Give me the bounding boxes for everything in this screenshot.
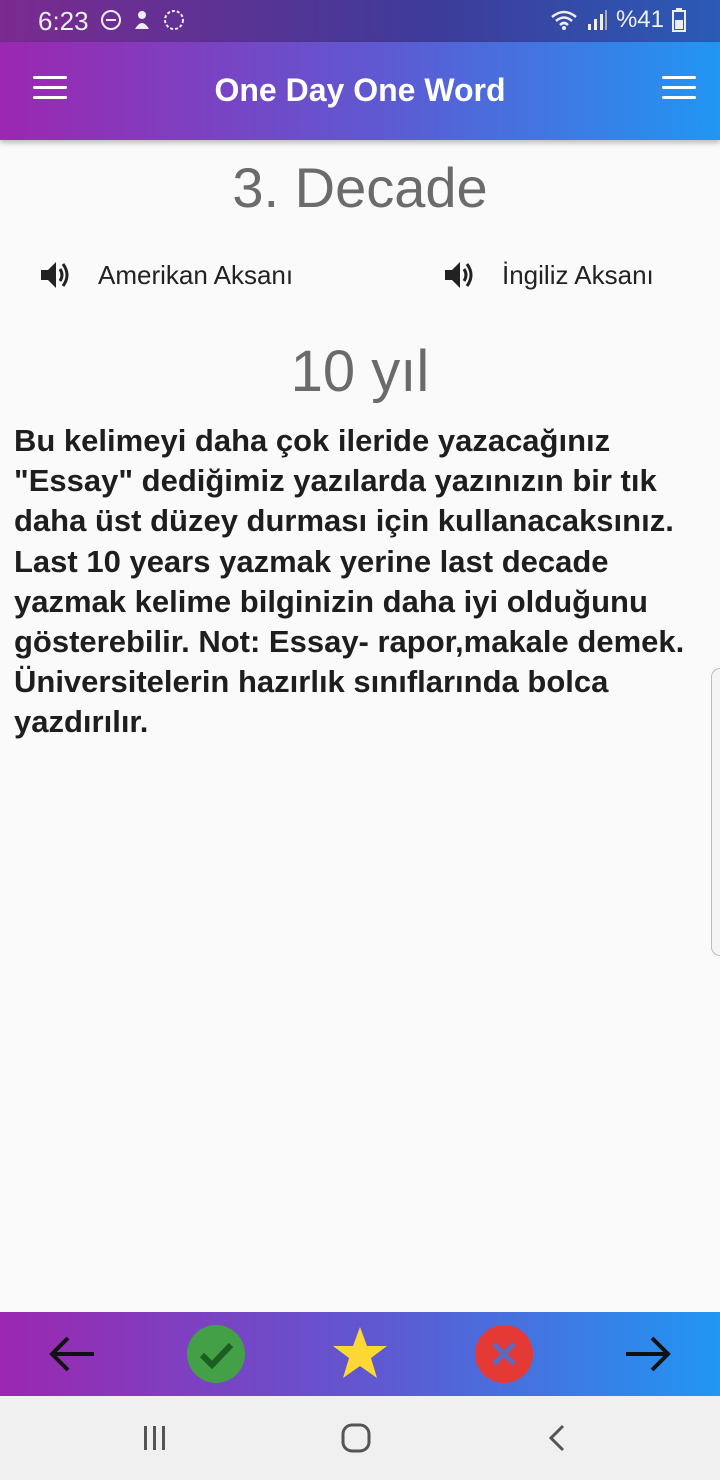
back-button[interactable] bbox=[536, 1418, 580, 1458]
star-icon bbox=[333, 1327, 387, 1378]
british-accent-button[interactable]: İngiliz Aksanı bbox=[442, 258, 654, 292]
recent-apps-icon bbox=[144, 1426, 165, 1450]
arrow-right-icon bbox=[626, 1336, 671, 1372]
status-icons-left bbox=[100, 8, 186, 32]
british-accent-label: İngiliz Aksanı bbox=[502, 259, 654, 290]
speaker-icon bbox=[41, 262, 69, 288]
battery-percent: %41 bbox=[615, 6, 664, 33]
status-bar: 6:23 %41 bbox=[0, 0, 720, 42]
recent-apps-button[interactable] bbox=[133, 1418, 177, 1458]
home-button[interactable] bbox=[334, 1418, 378, 1458]
wifi-icon bbox=[551, 10, 577, 30]
back-icon bbox=[548, 1424, 565, 1452]
signal-icon bbox=[587, 10, 607, 30]
arrow-left-icon bbox=[49, 1336, 94, 1372]
unknown-word-button[interactable] bbox=[474, 1324, 534, 1384]
right-menu-button[interactable] bbox=[662, 76, 696, 102]
american-accent-label: Amerikan Aksanı bbox=[98, 259, 294, 290]
word-description: Bu kelimeyi daha çok ileride yazacağınız… bbox=[14, 423, 685, 740]
next-word-button[interactable] bbox=[618, 1324, 678, 1384]
status-time: 6:23 bbox=[38, 6, 89, 36]
home-icon bbox=[341, 1423, 371, 1453]
status-icons-right: %41 bbox=[550, 6, 686, 34]
speaker-icon bbox=[445, 262, 473, 288]
system-navigation-bar bbox=[0, 1396, 720, 1480]
american-accent-button[interactable]: Amerikan Aksanı bbox=[38, 258, 293, 292]
app-bar: One Day One Word bbox=[0, 42, 720, 140]
menu-icon bbox=[662, 76, 696, 79]
previous-word-button[interactable] bbox=[42, 1324, 102, 1384]
check-circle-icon bbox=[187, 1325, 245, 1383]
word-meaning: 10 yıl bbox=[290, 339, 430, 404]
sync-icon bbox=[164, 10, 184, 30]
scroll-handle[interactable] bbox=[711, 668, 720, 956]
do-not-disturb-icon bbox=[101, 10, 121, 30]
battery-icon bbox=[672, 8, 686, 32]
notification-icon bbox=[135, 11, 149, 29]
close-circle-icon bbox=[475, 1325, 533, 1383]
word-title: 3. Decade bbox=[232, 156, 488, 219]
bottom-action-bar bbox=[0, 1312, 720, 1396]
favorite-button[interactable] bbox=[330, 1324, 390, 1384]
known-word-button[interactable] bbox=[186, 1324, 246, 1384]
app-title: One Day One Word bbox=[214, 72, 506, 108]
